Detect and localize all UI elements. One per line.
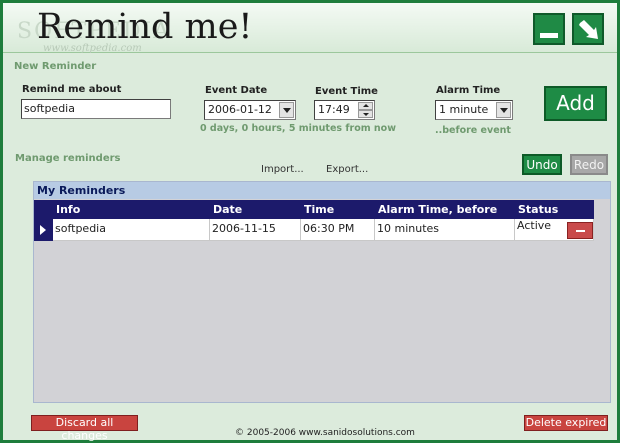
new-reminder-label: New Reminder: [14, 61, 97, 72]
column-header-alarm[interactable]: Alarm Time, before: [378, 203, 497, 216]
minimize-icon: [540, 33, 558, 38]
export-link[interactable]: Export...: [326, 164, 368, 175]
before-event-hint: ..before event: [435, 125, 511, 136]
column-header-status[interactable]: Status: [518, 203, 558, 216]
event-time-value: 17:49: [318, 103, 350, 116]
from-now-hint: 0 days, 0 hours, 5 minutes from now: [200, 123, 396, 134]
event-date-picker[interactable]: 2006-01-12: [204, 100, 296, 120]
alarm-time-label: Alarm Time: [436, 85, 501, 96]
column-header-info[interactable]: Info: [56, 203, 80, 216]
event-time-stepper[interactable]: 17:49: [314, 100, 375, 120]
delete-expired-button[interactable]: Delete expired: [524, 415, 608, 431]
chevron-down-icon[interactable]: [496, 102, 511, 118]
remind-input[interactable]: softpedia: [21, 99, 171, 119]
cell-info[interactable]: softpedia: [53, 219, 210, 241]
spin-up-icon[interactable]: [358, 102, 373, 110]
spin-down-icon[interactable]: [358, 110, 373, 118]
manage-reminders-label: Manage reminders: [15, 153, 121, 164]
app-title: Remind me!: [37, 7, 253, 47]
redo-button[interactable]: Redo: [570, 154, 608, 175]
close-arrow-icon: [579, 20, 598, 39]
grid-title: My Reminders: [34, 182, 610, 199]
delete-row-button[interactable]: [567, 222, 593, 239]
cell-time[interactable]: 06:30 PM: [301, 219, 375, 241]
column-header-time[interactable]: Time: [304, 203, 334, 216]
app-window: SOFTPEDIA www.softpedia.com Remind me! N…: [0, 0, 620, 443]
cell-date[interactable]: 2006-11-15: [210, 219, 301, 241]
minimize-button[interactable]: [533, 13, 565, 45]
event-date-label: Event Date: [205, 85, 268, 96]
import-link[interactable]: Import...: [261, 164, 304, 175]
add-button[interactable]: Add: [544, 86, 607, 121]
alarm-time-select[interactable]: 1 minute: [435, 100, 513, 120]
event-date-value: 2006-01-12: [208, 103, 272, 116]
chevron-down-icon[interactable]: [279, 102, 294, 118]
column-header-date[interactable]: Date: [213, 203, 242, 216]
copyright-text: © 2005-2006 www.sanidosolutions.com: [235, 428, 415, 438]
cell-alarm[interactable]: 10 minutes: [375, 219, 515, 241]
row-selector-icon[interactable]: [34, 219, 53, 241]
event-time-label: Event Time: [315, 86, 378, 97]
discard-changes-button[interactable]: Discard all changes: [31, 415, 138, 442]
title-bar: SOFTPEDIA www.softpedia.com Remind me!: [3, 3, 617, 54]
table-row[interactable]: softpedia 2006-11-15 06:30 PM 10 minutes…: [34, 219, 594, 241]
undo-button[interactable]: Undo: [522, 154, 562, 175]
reminders-grid: My Reminders Info Date Time Alarm Time, …: [33, 181, 611, 403]
alarm-time-value: 1 minute: [439, 103, 489, 116]
remind-label: Remind me about: [22, 84, 122, 95]
grid-header: Info Date Time Alarm Time, before Status: [34, 200, 594, 219]
close-button[interactable]: [572, 13, 604, 45]
